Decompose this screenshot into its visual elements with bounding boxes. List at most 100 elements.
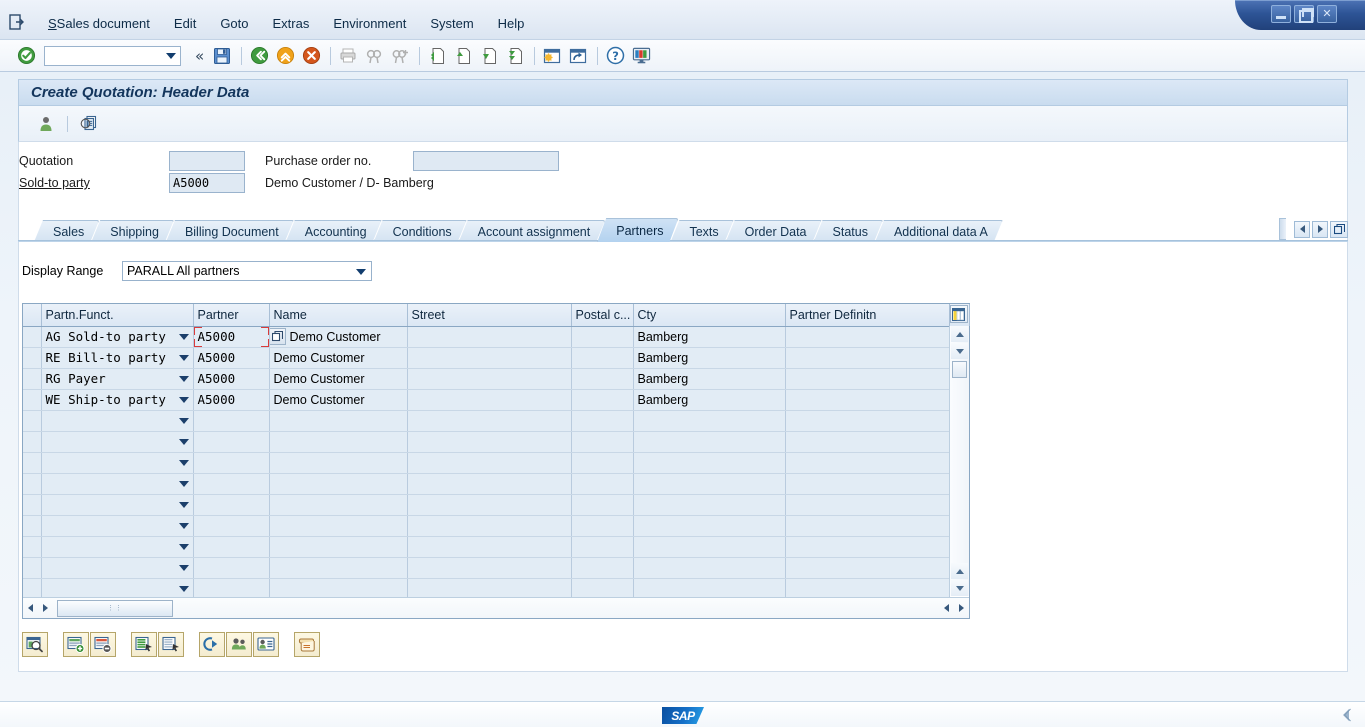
cell-partn-funct[interactable] bbox=[41, 431, 194, 453]
document-overview-icon[interactable] bbox=[76, 112, 102, 136]
tab-texts[interactable]: Texts bbox=[670, 220, 733, 242]
cell-partner[interactable] bbox=[193, 536, 270, 558]
row-selector[interactable] bbox=[23, 515, 42, 537]
tab-sales[interactable]: Sales bbox=[34, 220, 99, 242]
menu-item-sales-document[interactable]: SSales document bbox=[36, 13, 162, 34]
row-selector[interactable] bbox=[23, 536, 42, 558]
select-all-button[interactable] bbox=[131, 632, 157, 657]
hscroll-right-button[interactable] bbox=[38, 600, 53, 617]
row-selector-header[interactable] bbox=[23, 304, 42, 327]
previous-page-icon[interactable] bbox=[451, 44, 475, 68]
tab-list-button[interactable] bbox=[1330, 220, 1348, 238]
scroll-down-button[interactable] bbox=[951, 343, 968, 359]
row-selector[interactable] bbox=[23, 368, 42, 390]
find-icon[interactable] bbox=[362, 44, 386, 68]
menu-item-system[interactable]: System bbox=[418, 13, 485, 34]
tab-shipping[interactable]: Shipping bbox=[91, 220, 174, 242]
chevron-down-icon[interactable] bbox=[178, 333, 189, 340]
row-selector[interactable] bbox=[23, 326, 42, 348]
cell-partner[interactable]: A5000 bbox=[193, 347, 270, 369]
tab-accounting[interactable]: Accounting bbox=[286, 220, 382, 242]
tab-partners[interactable]: Partners bbox=[597, 218, 678, 242]
table-row[interactable] bbox=[23, 410, 969, 432]
delete-row-button[interactable] bbox=[90, 632, 116, 657]
table-row[interactable] bbox=[23, 578, 969, 600]
table-row[interactable]: WE Ship-to party A5000 Demo Customer Bam… bbox=[23, 389, 969, 411]
column-header-partn-funct[interactable]: Partn.Funct. bbox=[41, 304, 194, 327]
tab-billing-document[interactable]: Billing Document bbox=[166, 220, 294, 242]
row-selector[interactable] bbox=[23, 452, 42, 474]
chevron-down-icon[interactable] bbox=[178, 417, 189, 424]
session-menu-icon[interactable] bbox=[8, 13, 28, 33]
menu-item-edit[interactable]: Edit bbox=[162, 13, 208, 34]
row-selector[interactable] bbox=[23, 389, 42, 411]
deselect-all-button[interactable] bbox=[158, 632, 184, 657]
table-settings-button[interactable] bbox=[949, 305, 968, 323]
column-header-partner[interactable]: Partner bbox=[193, 304, 270, 327]
cell-partner[interactable] bbox=[193, 578, 270, 600]
cell-partn-funct[interactable] bbox=[41, 410, 194, 432]
cell-partn-funct[interactable]: RG Payer bbox=[41, 368, 194, 390]
cell-partner[interactable] bbox=[193, 515, 270, 537]
tab-additional-data-a[interactable]: Additional data A bbox=[875, 220, 1003, 242]
tab-conditions[interactable]: Conditions bbox=[374, 220, 467, 242]
hscroll-right-button-2[interactable] bbox=[954, 600, 969, 617]
scroll-up-button[interactable] bbox=[951, 326, 968, 342]
cell-partn-funct[interactable]: RE Bill-to party bbox=[41, 347, 194, 369]
command-field-dropdown-icon[interactable] bbox=[166, 52, 176, 59]
change-partner-button[interactable] bbox=[199, 632, 225, 657]
print-icon[interactable] bbox=[336, 44, 360, 68]
cell-partner[interactable] bbox=[193, 473, 270, 495]
cell-partner[interactable]: A5000 bbox=[193, 389, 270, 411]
customer-master-button[interactable] bbox=[226, 632, 252, 657]
cell-partn-funct[interactable]: WE Ship-to party bbox=[41, 389, 194, 411]
row-selector[interactable] bbox=[23, 473, 42, 495]
toolbar-collapse-icon[interactable]: « bbox=[189, 47, 210, 65]
table-row[interactable]: AG Sold-to party A5000 Demo Customer Bam… bbox=[23, 326, 969, 348]
chevron-down-icon[interactable] bbox=[178, 459, 189, 466]
cell-partn-funct[interactable] bbox=[41, 494, 194, 516]
cell-partn-funct[interactable] bbox=[41, 515, 194, 537]
hscroll-left-button-2[interactable] bbox=[939, 600, 954, 617]
create-shortcut-icon[interactable] bbox=[566, 44, 590, 68]
cell-partner[interactable] bbox=[193, 494, 270, 516]
tab-prev-button[interactable] bbox=[1294, 220, 1310, 238]
table-row[interactable] bbox=[23, 452, 969, 474]
partner-history-button[interactable] bbox=[294, 632, 320, 657]
table-row[interactable]: RE Bill-to party A5000 Demo Customer Bam… bbox=[23, 347, 969, 369]
table-row[interactable] bbox=[23, 515, 969, 537]
menu-item-goto[interactable]: Goto bbox=[208, 13, 260, 34]
cell-partn-funct[interactable] bbox=[41, 578, 194, 600]
exit-icon[interactable] bbox=[273, 44, 297, 68]
column-header-name[interactable]: Name bbox=[269, 304, 408, 327]
table-row[interactable]: RG Payer A5000 Demo Customer Bamberg bbox=[23, 368, 969, 390]
create-session-icon[interactable] bbox=[540, 44, 564, 68]
find-next-icon[interactable] bbox=[388, 44, 412, 68]
hscroll-left-button[interactable] bbox=[23, 600, 38, 617]
tab-status[interactable]: Status bbox=[814, 220, 883, 242]
chevron-down-icon[interactable] bbox=[178, 564, 189, 571]
value-help-icon[interactable] bbox=[269, 327, 286, 345]
help-icon[interactable]: ? bbox=[603, 44, 627, 68]
row-selector[interactable] bbox=[23, 557, 42, 579]
chevron-down-icon[interactable] bbox=[178, 543, 189, 550]
quotation-input[interactable] bbox=[169, 151, 245, 171]
scroll-page-down-button[interactable] bbox=[951, 580, 968, 596]
cancel-icon[interactable] bbox=[299, 44, 323, 68]
cell-partn-funct[interactable] bbox=[41, 536, 194, 558]
cell-partn-funct[interactable]: AG Sold-to party bbox=[41, 326, 194, 348]
row-selector[interactable] bbox=[23, 410, 42, 432]
cell-partner[interactable]: A5000 bbox=[193, 326, 270, 348]
first-page-icon[interactable] bbox=[425, 44, 449, 68]
table-row[interactable] bbox=[23, 431, 969, 453]
maximize-button[interactable] bbox=[1294, 5, 1314, 23]
tab-order-data[interactable]: Order Data bbox=[726, 220, 822, 242]
chevron-down-icon[interactable] bbox=[178, 438, 189, 445]
customize-layout-icon[interactable] bbox=[629, 44, 653, 68]
column-header-street[interactable]: Street bbox=[407, 304, 572, 327]
table-row[interactable] bbox=[23, 536, 969, 558]
chevron-down-icon[interactable] bbox=[356, 269, 366, 275]
row-selector[interactable] bbox=[23, 578, 42, 600]
cell-partner[interactable] bbox=[193, 452, 270, 474]
cell-partner[interactable] bbox=[193, 431, 270, 453]
